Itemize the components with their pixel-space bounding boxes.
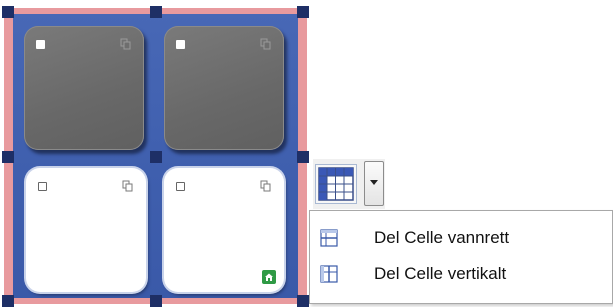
chevron-down-icon: [370, 180, 378, 185]
resize-handle[interactable]: [150, 6, 162, 18]
cell-checkbox[interactable]: [36, 40, 45, 49]
split-horizontal-icon: [320, 229, 338, 247]
copy-icon[interactable]: [260, 180, 272, 192]
resize-handle[interactable]: [150, 151, 162, 163]
resize-handle[interactable]: [297, 151, 309, 163]
split-cell-button[interactable]: [315, 164, 357, 204]
cell-checkbox[interactable]: [176, 182, 185, 191]
resize-handle[interactable]: [2, 151, 14, 163]
menu-item-split-horizontal[interactable]: Del Celle vannrett: [310, 220, 612, 256]
copy-icon[interactable]: [122, 180, 134, 192]
copy-icon[interactable]: [120, 38, 132, 50]
resize-handle[interactable]: [2, 6, 14, 18]
cell-top-right[interactable]: [164, 26, 284, 150]
copy-icon[interactable]: [260, 38, 272, 50]
resize-handle[interactable]: [297, 6, 309, 18]
resize-handle[interactable]: [297, 295, 309, 307]
resize-handle[interactable]: [2, 295, 14, 307]
cell-top-left[interactable]: [24, 26, 144, 150]
cell-checkbox[interactable]: [176, 40, 185, 49]
table-grid-icon: [318, 167, 354, 201]
cell-layout-grid: [2, 6, 309, 307]
resize-handle[interactable]: [150, 295, 162, 307]
menu-item-split-vertical[interactable]: Del Celle vertikalt: [310, 256, 612, 292]
cell-bottom-left[interactable]: [26, 168, 146, 292]
menu-item-label: Del Celle vannrett: [374, 228, 510, 247]
cell-checkbox[interactable]: [38, 182, 47, 191]
home-icon: [262, 270, 276, 284]
menu-item-label: Del Celle vertikalt: [374, 264, 507, 283]
split-cell-dropdown-button[interactable]: [364, 161, 384, 206]
split-vertical-icon: [320, 265, 338, 283]
split-cell-menu: Del Celle vannrett Del Celle vertikalt: [309, 210, 613, 304]
cell-bottom-right[interactable]: [164, 168, 284, 292]
